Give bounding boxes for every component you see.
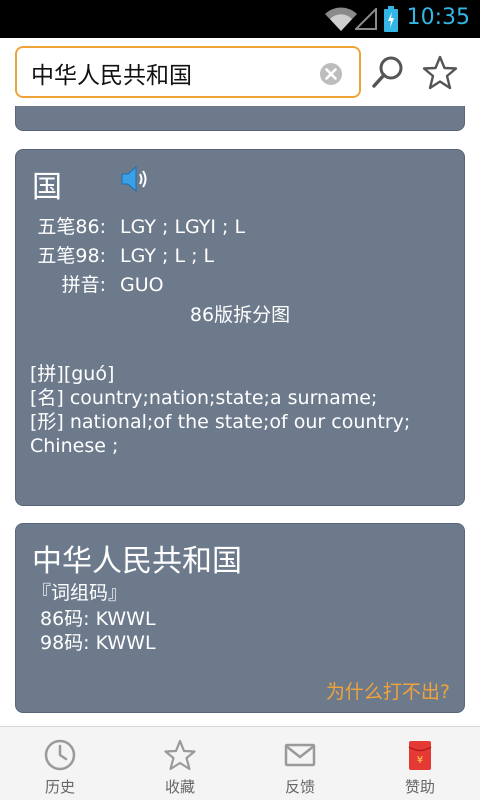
clock-icon — [44, 739, 76, 771]
definition-line: [拼][guó] — [30, 363, 115, 385]
red-envelope-icon: ¥ — [408, 741, 432, 770]
results-list[interactable]: 国 五笔86: LGY ; LGYI ; L 五笔98: LGY ; L ; L 拼… — [0, 106, 480, 726]
nav-feedback[interactable]: 反馈 — [240, 727, 360, 800]
speaker-icon[interactable] — [120, 164, 148, 194]
wubi86-row: 五笔86: LGY ; LGYI ; L — [16, 212, 245, 239]
pinyin-label: 拼音: — [61, 274, 106, 296]
definition-line: [名] country;nation;state;a surname; — [30, 387, 378, 409]
nav-history-label: 历史 — [44, 778, 75, 796]
nav-feedback-label: 反馈 — [284, 778, 315, 796]
nav-history[interactable]: 历史 — [0, 727, 120, 800]
wubi86-label: 五笔86: — [37, 216, 106, 238]
word-title: 中华人民共和国 — [32, 544, 242, 579]
previous-card — [15, 106, 465, 131]
code86: 86码: KWWL — [40, 608, 156, 630]
character-title: 国 — [32, 170, 62, 205]
code98: 98码: KWWL — [40, 632, 156, 654]
svg-text:¥: ¥ — [417, 755, 423, 766]
status-time: 10:35 — [406, 5, 470, 30]
bottom-nav: 历史 收藏 反馈 ¥ 赞助 — [0, 726, 480, 800]
search-header — [0, 38, 480, 106]
wubi98-label: 五笔98: — [37, 245, 106, 267]
nav-favorites-label: 收藏 — [164, 778, 195, 796]
why-cannot-type-link[interactable]: 为什么打不出? — [326, 677, 450, 704]
signal-icon — [355, 8, 377, 30]
mail-icon — [284, 743, 316, 767]
status-bar: 10:35 — [0, 0, 480, 38]
nav-sponsor-label: 赞助 — [404, 778, 435, 796]
clear-icon[interactable] — [319, 62, 343, 86]
wifi-icon — [325, 7, 357, 31]
search-input[interactable] — [31, 58, 311, 88]
search-box[interactable] — [15, 46, 361, 98]
star-icon — [164, 739, 196, 771]
word-card: 中华人民共和国 『词组码』 86码: KWWL 98码: KWWL 为什么打不出… — [15, 523, 465, 713]
nav-sponsor[interactable]: ¥ 赞助 — [360, 727, 480, 800]
word-code-subtitle: 『词组码』 — [32, 582, 128, 604]
favorite-star-icon[interactable] — [422, 55, 458, 91]
character-card: 国 五笔86: LGY ; LGYI ; L 五笔98: LGY ; L ; L 拼… — [15, 149, 465, 506]
wubi98-value: LGY ; L ; L — [120, 245, 215, 267]
battery-icon — [384, 6, 398, 32]
search-icon[interactable] — [371, 55, 405, 89]
split-diagram-link[interactable]: 86版拆分图 — [16, 300, 464, 327]
nav-favorites[interactable]: 收藏 — [120, 727, 240, 800]
pinyin-row: 拼音: GUO — [16, 270, 164, 297]
wubi86-value: LGY ; LGYI ; L — [120, 216, 246, 238]
definition-line: Chinese ; — [30, 435, 119, 457]
definition-block: [拼][guó] [名] country;nation;state;a surn… — [30, 362, 452, 458]
wubi98-row: 五笔98: LGY ; L ; L — [16, 241, 214, 268]
definition-line: [形] national;of the state;of our country… — [30, 411, 411, 433]
pinyin-value: GUO — [120, 274, 164, 296]
